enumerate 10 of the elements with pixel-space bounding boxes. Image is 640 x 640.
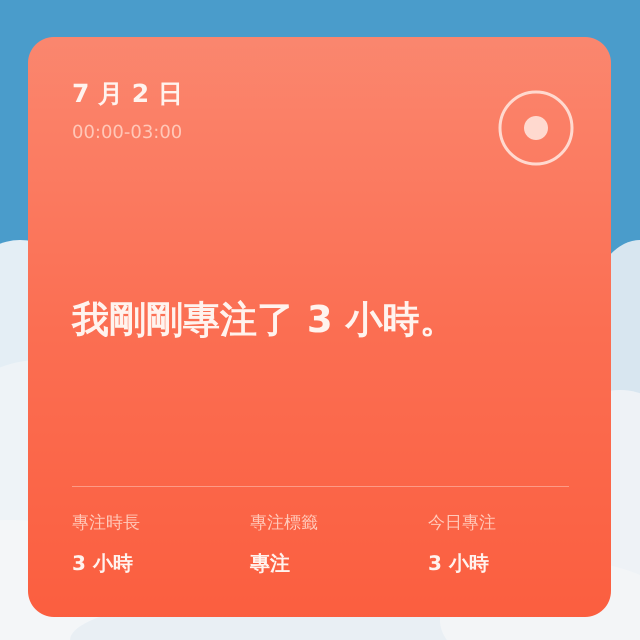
stat-value: 3 小時 xyxy=(428,550,490,577)
stat-label: 專注標籤 xyxy=(250,512,319,534)
time-range: 00:00-03:00 xyxy=(72,122,183,143)
record-icon xyxy=(497,89,575,167)
date-text: 7 月 2 日 xyxy=(72,81,183,106)
stat-label: 專注時長 xyxy=(72,512,141,534)
stat-label: 今日專注 xyxy=(428,512,497,534)
stat-value: 專注 xyxy=(250,550,291,577)
stat-value: 3 小時 xyxy=(72,550,134,577)
headline: 我剛剛專注了 3 小時。 xyxy=(72,297,458,343)
